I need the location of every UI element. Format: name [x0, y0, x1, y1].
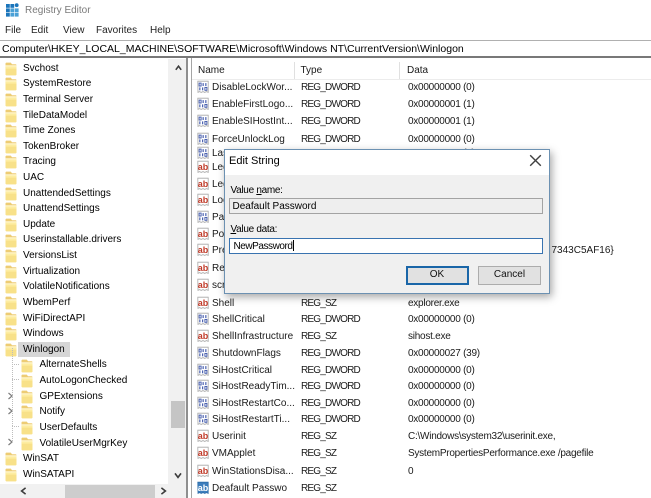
svg-text:ab: ab: [198, 262, 209, 272]
svg-text:ab: ab: [198, 297, 209, 307]
svg-text:ab: ab: [198, 229, 209, 239]
svg-text:ab: ab: [198, 178, 209, 188]
svg-text:ab: ab: [198, 195, 209, 205]
svg-text:ab: ab: [198, 466, 209, 476]
svg-text:ab: ab: [198, 162, 209, 172]
svg-text:ab: ab: [198, 331, 209, 341]
svg-text:ab: ab: [198, 482, 209, 492]
svg-text:ab: ab: [198, 430, 209, 440]
svg-text:ab: ab: [198, 244, 209, 254]
svg-text:ab: ab: [198, 447, 209, 457]
svg-text:ab: ab: [198, 279, 209, 289]
